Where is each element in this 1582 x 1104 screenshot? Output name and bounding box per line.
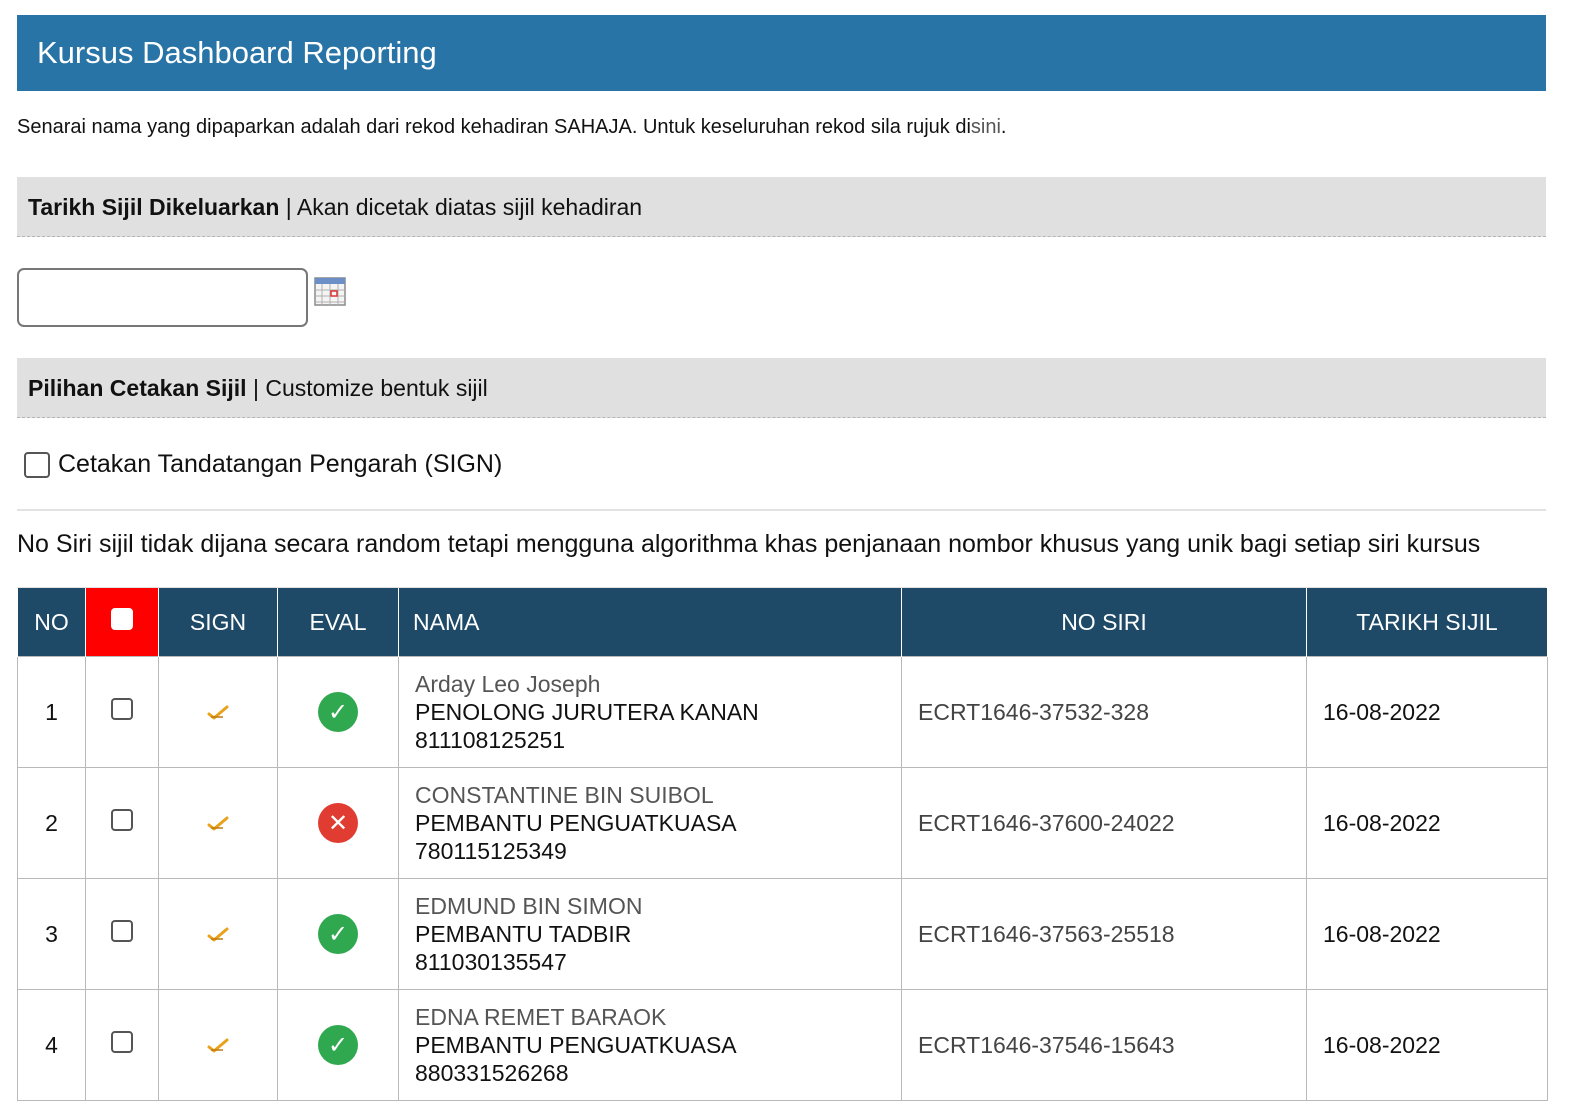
eval-cell: ✓ <box>277 656 399 768</box>
table-row: 2 ✕ CONSTANTINE BIN SUIBOL PEMBANTU PENGUAT… <box>17 767 1548 879</box>
date-section-header: Tarikh Sijil Dikeluarkan | Akan dicetak … <box>17 177 1546 237</box>
row-checkbox[interactable] <box>111 920 133 942</box>
print-section-subtitle: | Customize bentuk sijil <box>246 375 488 401</box>
row-no: 2 <box>17 767 86 879</box>
signature-check-icon <box>207 921 229 947</box>
col-eval: EVAL <box>277 588 399 657</box>
sign-option[interactable]: Cetakan Tandatangan Pengarah (SIGN) <box>24 450 502 479</box>
calendar-icon[interactable] <box>314 277 346 306</box>
eval-cell: ✕ <box>277 767 399 879</box>
participant-name: CONSTANTINE BIN SUIBOL <box>415 782 714 808</box>
name-cell: EDNA REMET BARAOK PEMBANTU PENGUATKUASA 88… <box>398 989 902 1101</box>
participant-position: PEMBANTU PENGUATKUASA <box>415 810 737 836</box>
notice-suffix: . <box>1000 116 1007 138</box>
participant-position: PEMBANTU TADBIR <box>415 921 632 947</box>
notice-link[interactable]: sini <box>971 116 1001 138</box>
serial-number: ECRT1646-37532-328 <box>901 656 1307 768</box>
participant-ic: 780115125349 <box>415 838 567 864</box>
certificate-date-input[interactable] <box>17 268 308 327</box>
table-row: 1 ✓ Arday Leo Joseph PENOLONG JURUTERA KANA… <box>17 656 1548 768</box>
print-section-title: Pilihan Cetakan Sijil <box>28 375 247 401</box>
col-nama: NAMA <box>398 588 902 657</box>
select-all-checkbox[interactable] <box>111 608 133 630</box>
table-row: 3 ✓ EDMUND BIN SIMON PEMBANTU TADBIR 8110301… <box>17 878 1548 990</box>
participant-ic: 811108125251 <box>415 727 566 753</box>
participant-ic: 880331526268 <box>415 1060 569 1086</box>
participant-position: PENOLONG JURUTERA KANAN <box>415 699 759 725</box>
participant-position: PEMBANTU PENGUATKUASA <box>415 1032 737 1058</box>
participant-name: EDMUND BIN SIMON <box>415 893 643 919</box>
signature-check-icon <box>207 810 229 836</box>
divider <box>17 509 1546 511</box>
page: Kursus Dashboard Reporting Senarai nama … <box>0 0 1582 1104</box>
check-circle-icon: ✓ <box>318 914 358 954</box>
col-sign: SIGN <box>158 588 278 657</box>
col-no: NO <box>17 588 86 657</box>
x-circle-icon: ✕ <box>318 803 358 843</box>
row-checkbox[interactable] <box>111 698 133 720</box>
row-select-cell <box>85 989 159 1101</box>
signature-check-icon <box>207 699 229 725</box>
serial-number: ECRT1646-37563-25518 <box>901 878 1307 990</box>
notice-main: Senarai nama yang dipaparkan adalah dari… <box>17 116 971 138</box>
print-section-header: Pilihan Cetakan Sijil | Customize bentuk… <box>17 358 1546 418</box>
certificate-date: 16-08-2022 <box>1306 656 1548 768</box>
row-checkbox[interactable] <box>111 809 133 831</box>
row-checkbox[interactable] <box>111 1031 133 1053</box>
signature-check-icon <box>207 1032 229 1058</box>
sign-cell <box>158 878 278 990</box>
row-no: 4 <box>17 989 86 1101</box>
table-header-row: NO SIGN EVAL NAMA NO SIRI TARIKH SIJIL <box>17 588 1548 657</box>
attendance-table: NO SIGN EVAL NAMA NO SIRI TARIKH SIJIL 1… <box>17 588 1548 1101</box>
page-title: Kursus Dashboard Reporting <box>17 15 1546 91</box>
date-section-subtitle: | Akan dicetak diatas sijil kehadiran <box>279 194 643 220</box>
certificate-date: 16-08-2022 <box>1306 878 1548 990</box>
serial-number: ECRT1646-37600-24022 <box>901 767 1307 879</box>
name-cell: CONSTANTINE BIN SUIBOL PEMBANTU PENGUATKU… <box>398 767 902 879</box>
participant-name: Arday Leo Joseph <box>415 671 601 697</box>
row-select-cell <box>85 656 159 768</box>
check-circle-icon: ✓ <box>318 1025 358 1065</box>
row-select-cell <box>85 878 159 990</box>
check-circle-icon: ✓ <box>318 692 358 732</box>
participant-name: EDNA REMET BARAOK <box>415 1004 667 1030</box>
notice-text: Senarai nama yang dipaparkan adalah dari… <box>17 116 1006 139</box>
certificate-date: 16-08-2022 <box>1306 767 1548 879</box>
participant-ic: 811030135547 <box>415 949 567 975</box>
col-select-all <box>85 588 159 657</box>
row-select-cell <box>85 767 159 879</box>
sign-cell <box>158 767 278 879</box>
name-cell: Arday Leo Joseph PENOLONG JURUTERA KANAN 8… <box>398 656 902 768</box>
name-cell: EDMUND BIN SIMON PEMBANTU TADBIR 811030135… <box>398 878 902 990</box>
sign-option-label: Cetakan Tandatangan Pengarah (SIGN) <box>58 450 503 478</box>
table-row: 4 ✓ EDNA REMET BARAOK PEMBANTU PENGUATKUASA… <box>17 989 1548 1101</box>
row-no: 1 <box>17 656 86 768</box>
serial-note: No Siri sijil tidak dijana secara random… <box>17 530 1481 558</box>
certificate-date: 16-08-2022 <box>1306 989 1548 1101</box>
eval-cell: ✓ <box>277 989 399 1101</box>
serial-number: ECRT1646-37546-15643 <box>901 989 1307 1101</box>
date-section-title: Tarikh Sijil Dikeluarkan <box>28 194 280 220</box>
sign-cell <box>158 989 278 1101</box>
row-no: 3 <box>17 878 86 990</box>
col-no-siri: NO SIRI <box>901 588 1307 657</box>
eval-cell: ✓ <box>277 878 399 990</box>
sign-cell <box>158 656 278 768</box>
col-tarikh-sijil: TARIKH SIJIL <box>1306 588 1548 657</box>
sign-option-checkbox[interactable] <box>24 451 50 478</box>
